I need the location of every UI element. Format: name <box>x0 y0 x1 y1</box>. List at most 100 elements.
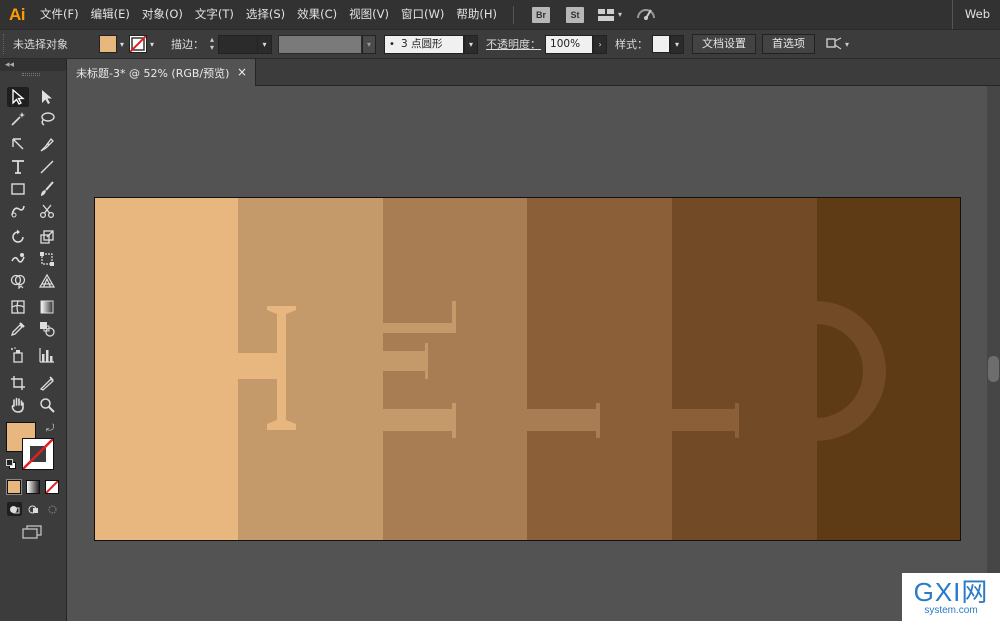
menu-file[interactable]: 文件(F) <box>34 0 85 29</box>
stock-button[interactable]: St <box>565 6 584 23</box>
blend-icon[interactable] <box>36 319 58 339</box>
opacity-label[interactable]: 不透明度： <box>486 36 541 52</box>
document-setup-button[interactable]: 文档设置 <box>692 34 757 54</box>
menu-window[interactable]: 窗口(W) <box>395 0 450 29</box>
stroke-weight-input[interactable] <box>218 34 259 54</box>
menu-select[interactable]: 选择(S) <box>240 0 291 29</box>
scrollbar-thumb[interactable] <box>988 356 999 382</box>
stroke-swatch[interactable] <box>129 35 148 53</box>
swap-fill-stroke-icon[interactable]: ⤾ <box>46 423 54 434</box>
curvature-icon[interactable] <box>36 135 58 155</box>
chevron-down-icon: ▾ <box>617 10 622 19</box>
perspective-icon[interactable] <box>36 271 58 291</box>
chevron-down-icon[interactable]: ▾ <box>464 34 479 54</box>
magic-wand-icon[interactable] <box>7 109 29 129</box>
hello-lettering-art[interactable] <box>95 198 961 541</box>
screen-mode-icon[interactable] <box>22 524 42 543</box>
watermark-logo: GXI网 system.com <box>902 573 1000 621</box>
rectangle-icon[interactable] <box>7 179 29 199</box>
lasso-icon[interactable] <box>36 109 58 129</box>
h-crossbar-shape <box>238 353 281 379</box>
chevron-right-icon[interactable]: › <box>593 34 608 54</box>
menu-object[interactable]: 对象(O) <box>136 0 189 29</box>
color-mode-button[interactable] <box>6 479 22 495</box>
scissors-icon[interactable] <box>36 201 58 221</box>
selection-icon[interactable] <box>7 87 29 107</box>
menu-view[interactable]: 视图(V) <box>343 0 395 29</box>
none-mode-button[interactable] <box>45 480 59 494</box>
fill-swatch[interactable] <box>99 35 117 53</box>
chevron-down-icon[interactable]: ▾ <box>670 34 685 54</box>
menu-help[interactable]: 帮助(H) <box>450 0 503 29</box>
preferences-button[interactable]: 首选项 <box>762 34 816 54</box>
brush-definition[interactable]: • 3 点圆形 <box>384 34 465 54</box>
menu-divider <box>512 5 514 24</box>
close-icon[interactable]: × <box>237 65 247 79</box>
line-icon[interactable] <box>36 157 58 177</box>
draw-inside-icon[interactable] <box>45 502 60 516</box>
symbol-sprayer-icon[interactable] <box>7 345 29 365</box>
menu-bar: Ai 文件(F) 编辑(E) 对象(O) 文字(T) 选择(S) 效果(C) 视… <box>0 0 1000 29</box>
artboard[interactable] <box>94 197 961 541</box>
paintbrush-icon[interactable] <box>36 179 58 199</box>
warp-icon[interactable] <box>7 249 29 269</box>
chevron-down-icon[interactable]: ▾ <box>150 40 154 49</box>
control-bar-grip[interactable] <box>3 34 11 54</box>
watermark-title: GXI网 <box>913 576 989 607</box>
arrange-documents-icon[interactable]: ▾ <box>597 8 622 21</box>
rotate-icon[interactable] <box>7 227 29 247</box>
brush-label: 3 点圆形 <box>400 37 443 50</box>
gradient-mode-button[interactable] <box>26 480 40 494</box>
gpu-performance-icon[interactable] <box>636 5 656 25</box>
draw-behind-icon[interactable] <box>26 502 41 516</box>
eyedropper-icon[interactable] <box>7 319 29 339</box>
artboard-icon[interactable] <box>7 373 29 393</box>
brush-dot-icon: • <box>389 38 395 50</box>
menu-edit[interactable]: 编辑(E) <box>85 0 136 29</box>
letter-l2-shape <box>671 403 739 438</box>
zoom-icon[interactable] <box>36 395 58 415</box>
mesh-icon[interactable] <box>7 297 29 317</box>
shaper-icon[interactable] <box>7 201 29 221</box>
app-logo: Ai <box>9 4 26 24</box>
stroke-label: 描边： <box>171 38 205 51</box>
style-label: 样式： <box>615 38 649 51</box>
hand-icon[interactable] <box>7 395 29 415</box>
free-transform-icon[interactable] <box>36 249 58 269</box>
chevron-down-icon: ▾ <box>845 39 850 49</box>
chevron-down-icon[interactable]: ▾ <box>362 34 377 54</box>
control-bar: 未选择对象 ▾ ▾ 描边： ▴ ▾ ▾ ▾ • 3 点圆形 ▾ 不透明度： 100… <box>0 29 1000 59</box>
document-tab[interactable]: 未标题-3* @ 52% (RGB/预览) × <box>67 59 256 86</box>
menu-type[interactable]: 文字(T) <box>189 0 240 29</box>
arrange-icon[interactable]: ▾ <box>825 37 849 51</box>
selection-status: 未选择对象 <box>13 38 68 51</box>
menu-effect[interactable]: 效果(C) <box>291 0 343 29</box>
chevron-down-icon[interactable]: ▾ <box>120 40 124 49</box>
column-graph-icon[interactable] <box>36 345 58 365</box>
stepper-down-icon[interactable]: ▾ <box>210 44 214 52</box>
gradient-icon[interactable] <box>36 297 58 317</box>
collapse-panel-icon[interactable]: ◂◂ <box>5 59 14 71</box>
stroke-weight-stepper[interactable]: ▴ ▾ <box>210 36 214 52</box>
workspace-switcher[interactable]: Web <box>951 0 1000 29</box>
variable-width-profile[interactable] <box>278 34 363 54</box>
panel-grip[interactable] <box>22 73 40 76</box>
draw-normal-icon[interactable] <box>7 502 22 516</box>
scale-icon[interactable] <box>36 227 58 247</box>
document-tab-title: 未标题-3* @ 52% (RGB/预览) <box>76 66 230 80</box>
opacity-input[interactable]: 100% <box>545 34 594 54</box>
tools-panel: ◂◂ ⤾ <box>0 59 67 621</box>
default-fill-stroke-icon[interactable] <box>6 459 16 469</box>
slice-icon[interactable] <box>36 373 58 393</box>
chevron-down-icon[interactable]: ▾ <box>258 34 273 54</box>
direct-selection-icon[interactable] <box>36 87 58 107</box>
graphic-style-swatch[interactable] <box>652 35 671 53</box>
vertical-scrollbar[interactable] <box>987 86 1000 621</box>
letter-l-shape <box>527 403 600 438</box>
type-icon[interactable] <box>7 157 29 177</box>
tools-panel-header: ◂◂ <box>0 59 66 71</box>
stroke-color-box[interactable] <box>22 438 54 470</box>
pen-icon[interactable] <box>7 135 29 155</box>
bridge-button[interactable]: Br <box>531 6 550 23</box>
shape-builder-icon[interactable] <box>7 271 29 291</box>
